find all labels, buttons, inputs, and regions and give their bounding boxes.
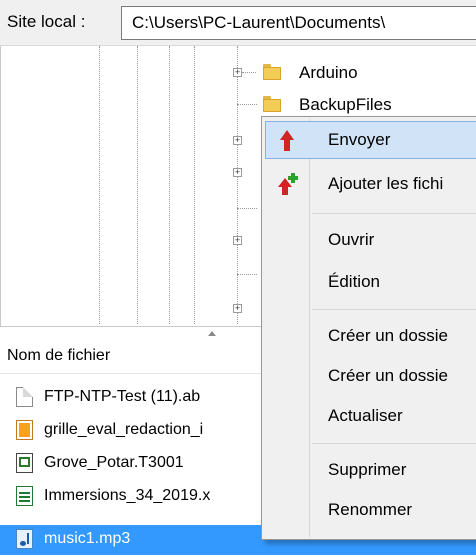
local-site-label: Site local : [7,12,86,31]
menu-item-label: Actualiser [328,406,403,425]
menu-item-refresh[interactable]: Actualiser [265,397,476,435]
local-site-bar: Site local : C:\Users\PC-Laurent\Documen… [0,0,476,46]
tree-connector [237,104,257,105]
menu-separator [312,213,476,214]
column-header-filename[interactable]: Nom de fichier [7,347,110,365]
menu-item-label: Ajouter les fichi [328,174,444,193]
application-icon [16,453,33,473]
menu-separator [312,309,476,310]
upload-arrow-icon [280,130,294,152]
local-path-combobox[interactable]: C:\Users\PC-Laurent\Documents\ [121,6,476,40]
tree-guide-line [237,46,238,324]
expand-icon[interactable]: + [233,68,242,77]
tree-connector [237,274,257,275]
menu-item-rename[interactable]: Renommer [265,491,476,529]
expand-icon[interactable]: + [233,304,242,313]
menu-item-edit[interactable]: Édition [265,263,476,301]
folder-icon [263,64,281,80]
context-menu: Envoyer Ajouter les fichi Ouvrir Édition… [261,116,476,540]
document-icon [16,387,33,407]
tree-guide-line [194,46,195,324]
menu-item-label: Envoyer [328,130,391,149]
add-to-queue-icon [278,173,298,195]
sort-ascending-icon [208,331,216,336]
tree-guide-line [137,46,138,324]
menu-item-add-to-queue[interactable]: Ajouter les fichi [265,165,476,203]
tree-guide-line [169,46,170,324]
tree-connector [237,208,257,209]
file-name: grille_eval_redaction_i [44,421,204,438]
menu-item-open[interactable]: Ouvrir [265,221,476,259]
menu-item-label: Renommer [328,500,413,519]
menu-item-label: Créer un dossie [328,366,449,385]
menu-item-label: Édition [328,272,380,291]
file-name: music1.mp3 [44,530,131,547]
folder-icon [263,96,281,112]
audio-file-icon [16,529,33,549]
file-name: Immersions_34_2019.x [44,487,211,504]
tree-item-backupfiles[interactable]: BackupFiles [299,95,392,115]
menu-separator [312,443,476,444]
tree-guide-line [99,46,100,324]
expand-icon[interactable]: + [233,236,242,245]
expand-icon[interactable]: + [233,168,242,177]
tree-connector [242,72,256,73]
menu-item-label: Supprimer [328,460,407,479]
menu-item-create-directory-enter[interactable]: Créer un dossie [265,357,476,395]
menu-item-delete[interactable]: Supprimer [265,451,476,489]
pdf-icon [16,420,33,440]
expand-icon[interactable]: + [233,136,242,145]
tree-item-arduino[interactable]: Arduino [299,63,358,83]
file-name: Grove_Potar.T3001 [44,454,184,471]
menu-item-create-directory[interactable]: Créer un dossie [265,317,476,355]
menu-item-label: Créer un dossie [328,326,449,345]
file-name: FTP-NTP-Test (11).ab [44,388,201,405]
menu-item-label: Ouvrir [328,230,375,249]
menu-item-upload[interactable]: Envoyer [265,121,476,159]
spreadsheet-icon [16,486,33,506]
